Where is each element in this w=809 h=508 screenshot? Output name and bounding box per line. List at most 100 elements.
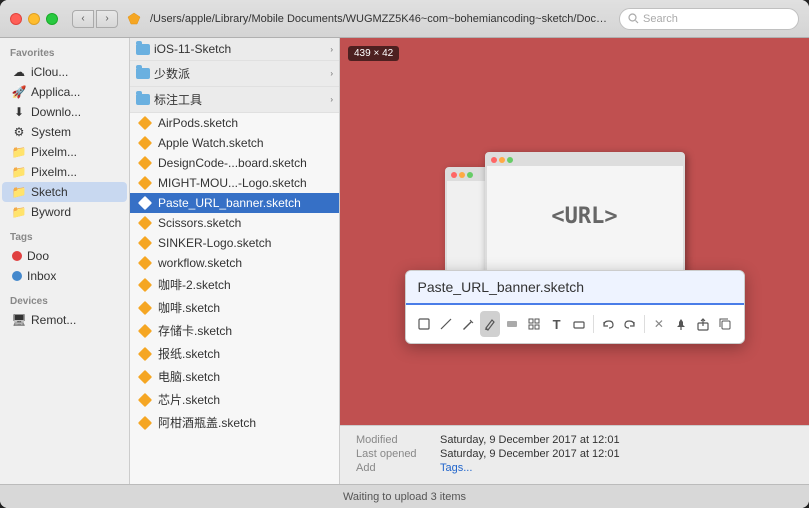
sketch-file-icon [138,136,152,150]
rename-input[interactable] [406,271,744,305]
sidebar-item-pixelm2[interactable]: 📁 Pixelm... [2,162,127,182]
sidebar-label: Remot... [31,313,76,327]
sidebar-label: Downlo... [31,105,81,119]
pin-button[interactable] [671,311,691,337]
modified-label: Modified [356,434,436,446]
pen-tool-button[interactable] [458,311,478,337]
pencil-tool-button[interactable] [480,311,500,337]
modified-value: Saturday, 9 December 2017 at 12:01 [440,434,620,446]
sidebar-item-tag-inbox[interactable]: Inbox [2,266,127,286]
last-opened-value: Saturday, 9 December 2017 at 12:01 [440,448,620,460]
toolbar-divider [644,315,645,333]
list-item[interactable]: 芯片.sketch [130,388,339,411]
titlebar: ‹ › /Users/apple/Library/Mobile Document… [0,0,809,38]
pen-icon [461,317,475,331]
sketch-file-icon [138,196,152,210]
file-label: 阿柑酒瓶盖.sketch [158,414,256,431]
sidebar-item-system[interactable]: ⚙ System [2,122,127,142]
list-item[interactable]: DesignCode-...board.sketch [130,153,339,173]
search-bar[interactable]: Search [619,8,799,30]
tag-dot-inbox [12,271,22,281]
sidebar-item-applica[interactable]: 🚀 Applica... [2,82,127,102]
list-item[interactable]: 存储卡.sketch [130,319,339,342]
devices-label: Devices [0,286,129,310]
close-button[interactable] [10,13,22,25]
sidebar-item-icloud[interactable]: ☁ iClou... [2,62,127,82]
group-label: iOS-11-Sketch [154,42,231,56]
redo-button[interactable] [620,311,640,337]
download-icon: ⬇ [12,105,26,119]
monitor-icon: 🖥 [12,313,26,327]
gear-icon: ⚙ [12,125,26,139]
highlight-icon [505,317,519,331]
sidebar-item-sketch[interactable]: 📁 Sketch [2,182,127,202]
main-area: Favorites ☁ iClou... 🚀 Applica... ⬇ Down… [0,38,809,484]
list-item-selected[interactable]: Paste_URL_banner.sketch [130,193,339,213]
file-label: DesignCode-...board.sketch [158,156,307,170]
file-group-header[interactable]: iOS-11-Sketch › [130,38,339,60]
sidebar-item-remote[interactable]: 🖥 Remot... [2,310,127,330]
file-label: 咖啡-2.sketch [158,276,231,293]
sidebar-item-byword[interactable]: 📁 Byword [2,202,127,222]
sketch-file-icon [138,278,152,292]
list-item[interactable]: 电脑.sketch [130,365,339,388]
sidebar-label: Pixelm... [31,165,77,179]
group-label: 标注工具 [154,91,202,108]
nav-buttons: ‹ › [72,10,118,28]
folder-icon-shaoshu [136,68,150,79]
file-group-header-shaoshu[interactable]: 少数派 › [130,61,339,86]
list-item[interactable]: 咖啡.sketch [130,296,339,319]
list-item[interactable]: AirPods.sketch [130,113,339,133]
minimize-button[interactable] [28,13,40,25]
list-item[interactable]: 咖啡-2.sketch [130,273,339,296]
file-list: iOS-11-Sketch › 少数派 › 标注工具 › [130,38,340,484]
list-item[interactable]: 阿柑酒瓶盖.sketch [130,411,339,434]
sketch-logo-icon [126,11,142,27]
copy-icon [718,317,732,331]
sketch-file-icon [138,156,152,170]
list-item[interactable]: Scissors.sketch [130,213,339,233]
tags-link[interactable]: Tags... [440,462,472,474]
rename-toolbar: T [406,305,744,343]
group-label: 少数派 [154,65,190,82]
text-tool-button[interactable]: T [547,311,567,337]
file-group-header-bianzhu[interactable]: 标注工具 › [130,87,339,112]
list-item[interactable]: 报纸.sketch [130,342,339,365]
sketch-file-icon [138,176,152,190]
sidebar-item-downloads[interactable]: ⬇ Downlo... [2,102,127,122]
icloud-icon: ☁ [12,65,26,79]
close-button[interactable]: ✕ [649,311,669,337]
grid-tool-button[interactable] [524,311,544,337]
tags-row: Add Tags... [356,462,793,474]
tags-label: Tags [0,222,129,246]
back-button[interactable]: ‹ [72,10,94,28]
undo-button[interactable] [598,311,618,337]
modified-row: Modified Saturday, 9 December 2017 at 12… [356,434,793,446]
maximize-button[interactable] [46,13,58,25]
file-label: AirPods.sketch [158,116,238,130]
sidebar-label: iClou... [31,65,68,79]
grid-icon [527,317,541,331]
sketch-file-icon [138,416,152,430]
list-item-apple-watch[interactable]: Apple Watch.sketch [130,133,339,153]
folder-icon-ios11 [136,44,150,55]
list-item[interactable]: SINKER-Logo.sketch [130,233,339,253]
sidebar-item-tag-doo[interactable]: Doo [2,246,127,266]
sidebar-label: Byword [31,205,71,219]
line-tool-button[interactable] [436,311,456,337]
sidebar-label: Doo [27,249,49,263]
crop-tool-button[interactable] [414,311,434,337]
forward-button[interactable]: › [96,10,118,28]
sidebar-item-pixelm1[interactable]: 📁 Pixelm... [2,142,127,162]
folder-icon: 📁 [12,185,26,199]
copy-button[interactable] [715,311,735,337]
list-item[interactable]: MIGHT-MOU...-Logo.sketch [130,173,339,193]
list-item[interactable]: workflow.sketch [130,253,339,273]
toolbar-divider [593,315,594,333]
sidebar-label: Applica... [31,85,80,99]
eraser-tool-button[interactable] [569,311,589,337]
share-button[interactable] [693,311,713,337]
sketch-file-icon [138,116,152,130]
sketch-file-icon [138,324,152,338]
highlight-tool-button[interactable] [502,311,522,337]
